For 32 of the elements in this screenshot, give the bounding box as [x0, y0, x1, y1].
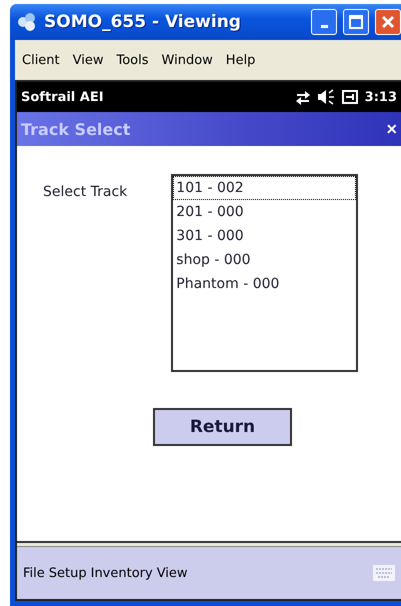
field-label: Select Track — [43, 184, 128, 200]
app-icon — [16, 12, 38, 32]
menu-item[interactable]: View — [156, 566, 188, 580]
close-button[interactable] — [375, 9, 401, 35]
window-title: SOMO_655 - Viewing — [44, 12, 242, 32]
maximize-button[interactable] — [343, 9, 369, 35]
close-icon — [381, 15, 395, 29]
return-button[interactable]: Return — [153, 408, 292, 446]
menu-item[interactable]: Inventory — [90, 566, 153, 580]
menu-item[interactable]: Tools — [116, 52, 149, 68]
list-item[interactable]: 101 - 002 — [173, 176, 356, 200]
maximize-icon — [349, 15, 363, 29]
clock[interactable]: 3:13 — [364, 90, 397, 104]
track-list[interactable]: 101 - 002 201 - 000 301 - 000 shop - 000 Phantom - 000 — [171, 174, 358, 372]
menu-item[interactable]: Client — [22, 52, 60, 68]
list-item[interactable]: 301 - 000 — [173, 224, 356, 248]
status-title: Softrail AEI — [21, 90, 105, 104]
menu-item[interactable]: File — [23, 566, 45, 580]
dialog-title: Track Select — [21, 120, 132, 138]
menu-item[interactable]: Help — [226, 52, 256, 68]
close-button[interactable]: × — [386, 118, 397, 140]
menu-item[interactable]: View — [72, 52, 104, 68]
list-item[interactable]: shop - 000 — [173, 248, 356, 272]
menu-item[interactable]: Setup — [48, 566, 87, 580]
minimize-icon — [320, 24, 328, 28]
battery-icon[interactable] — [340, 90, 359, 104]
speaker-icon[interactable] — [316, 89, 335, 105]
minimize-button[interactable] — [311, 9, 337, 35]
list-item[interactable]: Phantom - 000 — [173, 272, 356, 296]
connection-icon[interactable] — [294, 89, 311, 105]
list-item[interactable]: 201 - 000 — [173, 200, 356, 224]
menu-item[interactable]: Window — [162, 52, 213, 68]
